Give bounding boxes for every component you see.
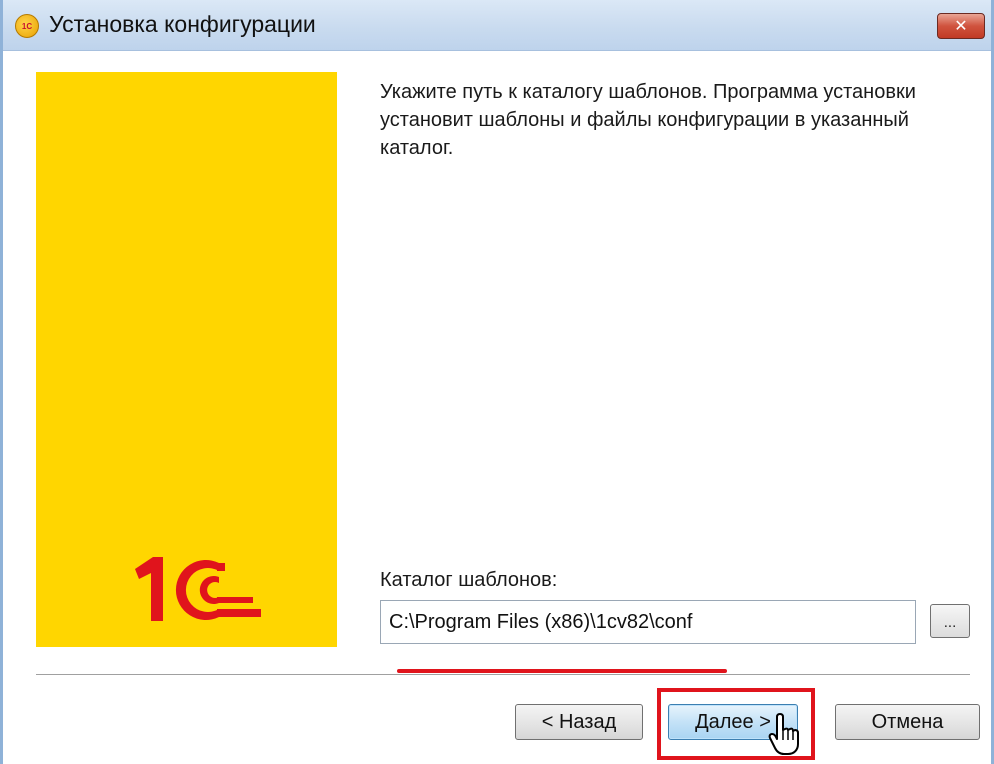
template-path-label: Каталог шаблонов: xyxy=(380,569,558,591)
back-button[interactable]: < Назад xyxy=(515,704,643,740)
template-path-input[interactable] xyxy=(380,600,916,644)
setup-dialog: 1С Установка конфигурации ✕ 1С Укажите п… xyxy=(0,0,994,764)
close-icon: ✕ xyxy=(954,18,968,35)
title-bar[interactable]: 1С Установка конфигурации ✕ xyxy=(3,0,991,51)
mouse-cursor-icon xyxy=(768,713,799,755)
logo-1c-icon: 1С xyxy=(135,557,261,621)
cancel-button[interactable]: Отмена xyxy=(835,704,980,740)
window-title: Установка конфигурации xyxy=(49,11,316,37)
side-banner: 1С xyxy=(36,72,337,647)
divider xyxy=(36,674,970,676)
app-1c-icon: 1С xyxy=(15,14,39,38)
instruction-text: Укажите путь к каталогу шаблонов. Програ… xyxy=(380,81,916,159)
browse-button[interactable]: ... xyxy=(930,604,970,638)
path-underline-annotation xyxy=(397,669,727,673)
app-icon-text: 1С xyxy=(21,21,33,31)
close-button[interactable]: ✕ xyxy=(937,13,985,39)
